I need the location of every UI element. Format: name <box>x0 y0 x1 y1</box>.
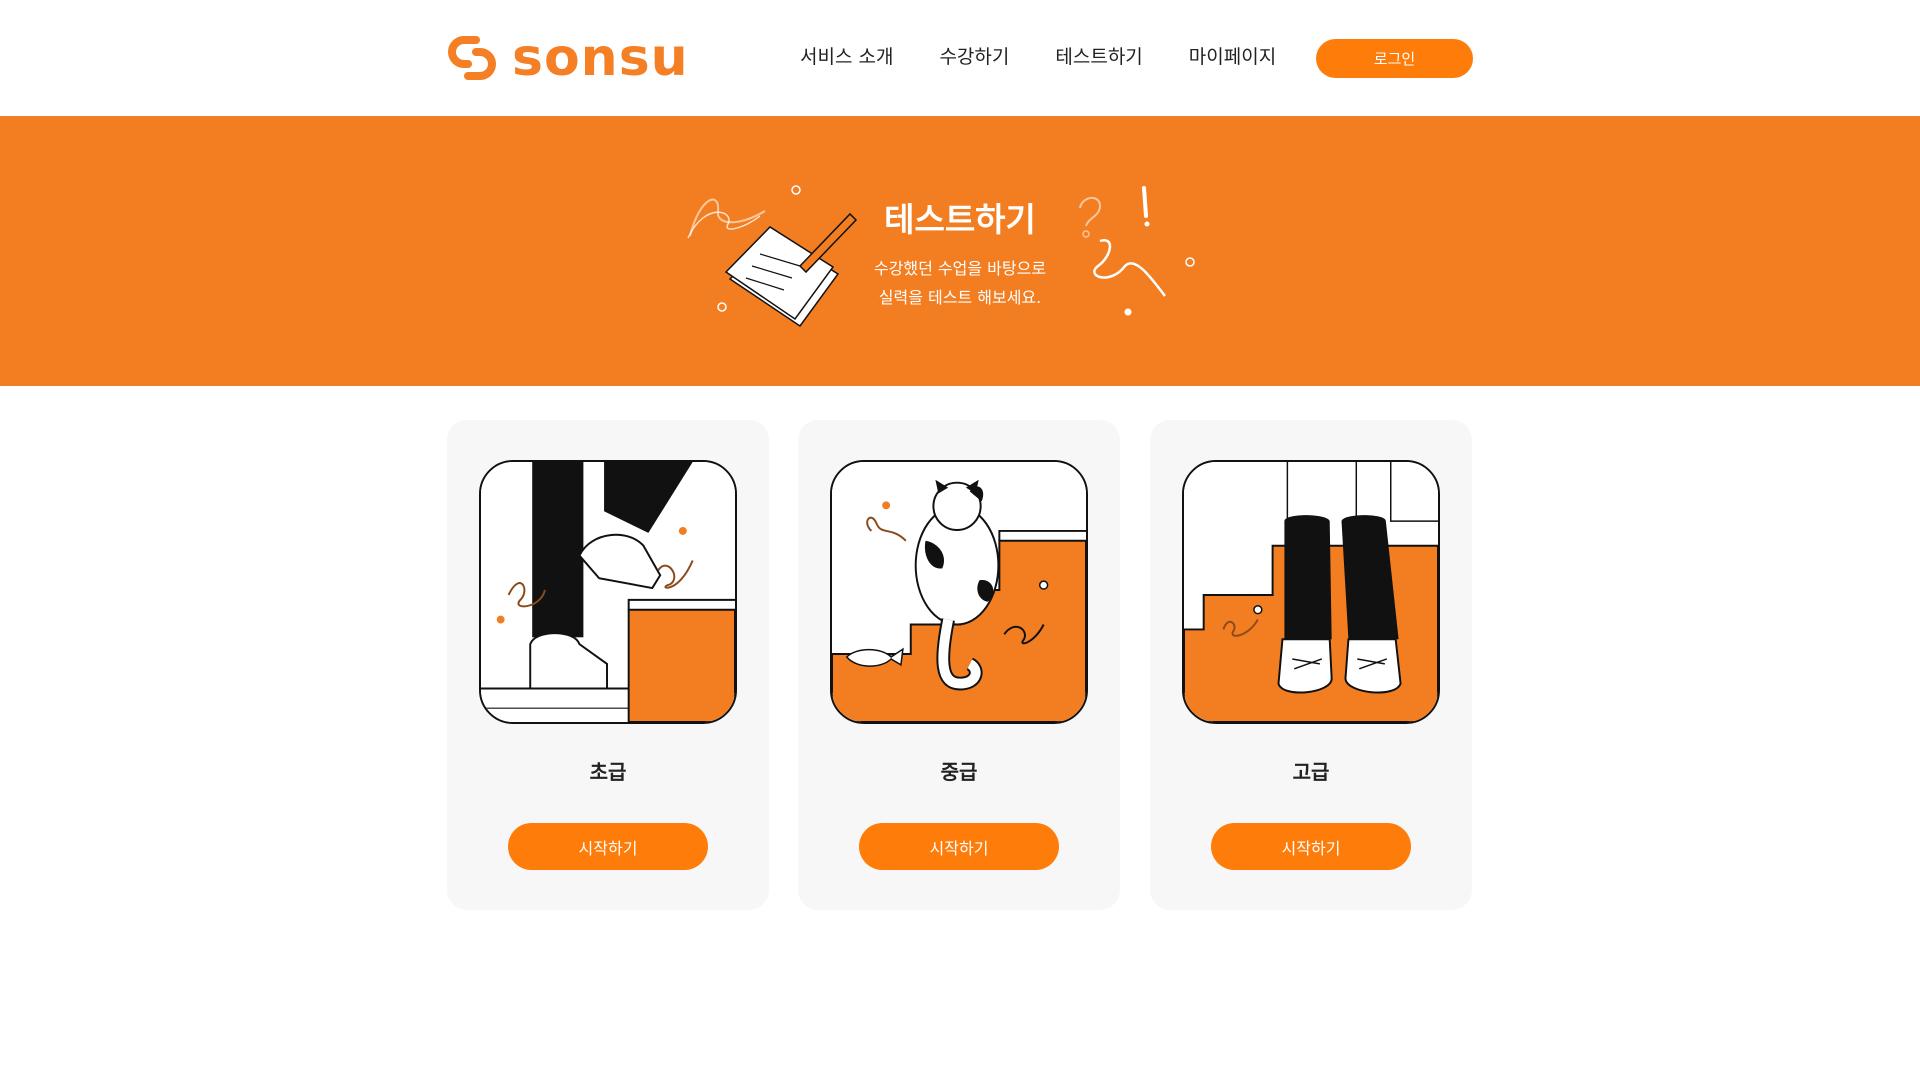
nav-item-tests[interactable]: 테스트하기 <box>1055 42 1142 69</box>
level-title-advanced: 고급 <box>1292 760 1330 784</box>
hero-banner: 테스트하기 수강했던 수업을 바탕으로 실력을 테스트 해보세요. <box>0 116 1920 386</box>
nav-item-service-intro[interactable]: 서비스 소개 <box>800 42 893 69</box>
stepping-up-stairs-illustration <box>479 460 737 724</box>
link-chain-icon <box>448 36 496 80</box>
nav-item-mypage[interactable]: 마이페이지 <box>1189 42 1276 69</box>
start-button-advanced[interactable]: 시작하기 <box>1211 823 1411 870</box>
hero-title: 테스트하기 <box>884 200 1036 239</box>
logo[interactable]: sonsu <box>446 30 689 86</box>
login-button[interactable]: 로그인 <box>1316 39 1473 78</box>
start-button-intermediate[interactable]: 시작하기 <box>859 823 1059 870</box>
cat-on-stairs-illustration <box>830 460 1088 724</box>
nav-item-courses[interactable]: 수강하기 <box>939 42 1009 69</box>
hero-subtitle-line-1: 수강했던 수업을 바탕으로 <box>873 259 1047 278</box>
level-title-intermediate: 중급 <box>940 760 978 784</box>
main-nav: 서비스 소개 수강하기 테스트하기 마이페이지 <box>800 42 1322 69</box>
brand-name: sonsu <box>512 28 689 88</box>
hero-subtitle-line-2: 실력을 테스트 해보세요. <box>878 288 1042 307</box>
level-card-beginner: 초급 시작하기 <box>447 420 769 910</box>
level-card-intermediate: 중급 시작하기 <box>798 420 1120 910</box>
hero-decoration <box>687 185 1195 328</box>
header: sonsu 서비스 소개 수강하기 테스트하기 마이페이지 로그인 <box>0 0 1920 116</box>
hero-subtitle: 수강했던 수업을 바탕으로 실력을 테스트 해보세요. <box>0 254 1920 312</box>
level-card-advanced: 고급 시작하기 <box>1150 420 1472 910</box>
standing-on-stairs-illustration <box>1182 460 1440 724</box>
start-button-beginner[interactable]: 시작하기 <box>508 823 708 870</box>
level-title-beginner: 초급 <box>589 760 627 784</box>
